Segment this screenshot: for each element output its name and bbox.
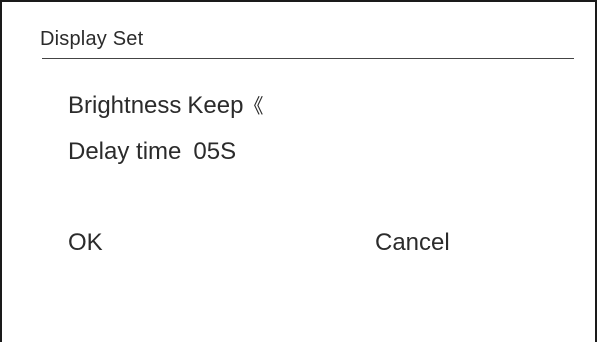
display-set-screen: Display Set Brightness Keep《 Delay time 05… xyxy=(0,0,597,342)
delay-time-setting-row[interactable]: Delay time 05S xyxy=(68,138,236,166)
cancel-button[interactable]: Cancel xyxy=(375,229,450,257)
delay-time-value[interactable]: 05S xyxy=(193,138,236,165)
selection-cursor-icon: 《 xyxy=(243,94,264,118)
ok-button[interactable]: OK xyxy=(68,229,103,257)
page-title: Display Set xyxy=(40,28,144,50)
brightness-label: Brightness xyxy=(68,92,182,119)
brightness-value[interactable]: Keep xyxy=(187,92,243,119)
delay-time-label: Delay time xyxy=(68,138,182,165)
title-divider xyxy=(42,58,574,59)
brightness-setting-row[interactable]: Brightness Keep《 xyxy=(68,90,263,120)
